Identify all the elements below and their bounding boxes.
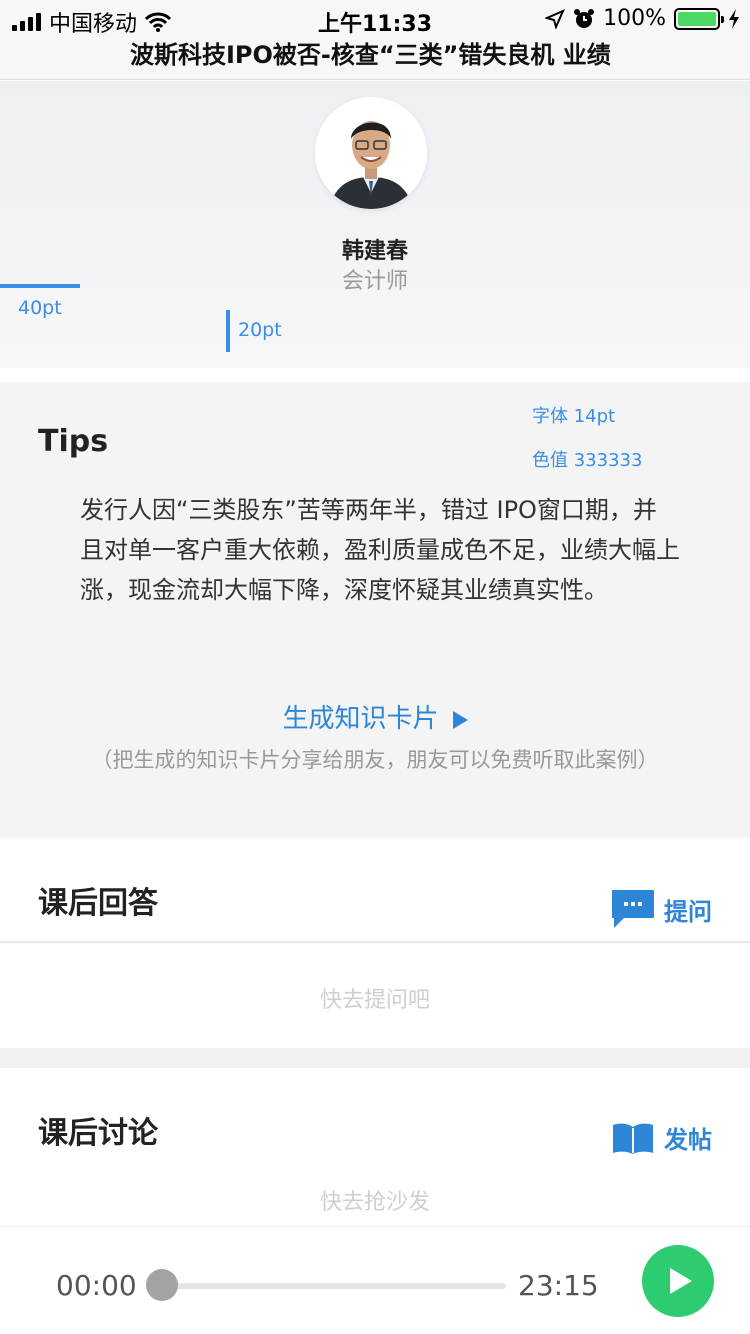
speaker-role: 会计师 (341, 269, 408, 294)
ask-question-button[interactable]: 提问 (612, 890, 712, 928)
play-button[interactable] (642, 1245, 714, 1317)
location-icon (545, 8, 566, 29)
spacing-marker-horizontal (0, 284, 80, 288)
new-post-button[interactable]: 发帖 (612, 1120, 712, 1155)
progress-thumb[interactable] (146, 1269, 178, 1301)
status-bar: 中国移动 上午11:33 100% (0, 0, 750, 40)
tips-section: Tips 字体 14pt 色值 333333 发行人因“三类股东”苦等两年半，错… (0, 382, 750, 838)
font-annotation: 字体 14pt (532, 406, 616, 427)
title-mask (660, 40, 750, 79)
speaker-profile: 韩建春 会计师 40pt 20pt (0, 81, 750, 368)
discussion-title: 课后讨论 (38, 1116, 158, 1151)
play-arrow-icon (452, 710, 468, 729)
generate-card-label[interactable]: 生成知识卡片 (282, 704, 438, 734)
speaker-name: 韩建春 (341, 239, 408, 264)
spacing-label-40pt: 40pt (18, 297, 62, 319)
spacing-label-20pt: 20pt (238, 319, 282, 341)
answers-title: 课后回答 (38, 886, 158, 921)
new-post-label[interactable]: 发帖 (664, 1120, 712, 1155)
charging-icon (729, 8, 739, 29)
open-book-icon (613, 1123, 653, 1154)
title-fade (620, 40, 660, 79)
answers-empty-text: 快去提问吧 (319, 988, 430, 1013)
discussion-section: 课后讨论 发帖 快去抢沙发 (0, 1068, 750, 1226)
generate-card-link[interactable]: 生成知识卡片 (0, 698, 750, 735)
avatar[interactable] (315, 97, 427, 209)
section-divider (0, 941, 750, 943)
current-time: 00:00 (56, 1269, 137, 1302)
alarm-icon (574, 8, 595, 28)
section-gap (0, 1048, 750, 1068)
discussion-empty-text: 快去抢沙发 (319, 1190, 430, 1215)
card-share-note: （把生成的知识卡片分享给朋友，朋友可以免费听取此案例） (91, 748, 659, 772)
tips-body: 发行人因“三类股东”苦等两年半，错过 IPO窗口期，并且对单一客户重大依赖，盈利… (80, 496, 680, 604)
audio-player: 00:00 23:15 (0, 1226, 750, 1334)
chat-bubble-icon (612, 890, 654, 928)
duration-time: 23:15 (518, 1269, 599, 1302)
answers-section: 课后回答 提问 快去提问吧 (0, 838, 750, 1048)
color-annotation: 色值 333333 (532, 450, 643, 471)
spacing-marker-vertical (226, 310, 230, 352)
nav-bar: 波斯科技IPO被否-核查“三类”错失良机 业绩 (0, 40, 750, 80)
status-right: 100% (545, 6, 740, 31)
play-icon (670, 1268, 692, 1294)
tips-title: Tips (38, 424, 109, 459)
battery-icon (674, 7, 724, 30)
ask-question-label[interactable]: 提问 (664, 892, 712, 927)
progress-track[interactable] (162, 1283, 506, 1289)
battery-percent: 100% (603, 6, 666, 31)
page-title: 波斯科技IPO被否-核查“三类”错失良机 业绩 (130, 41, 611, 69)
